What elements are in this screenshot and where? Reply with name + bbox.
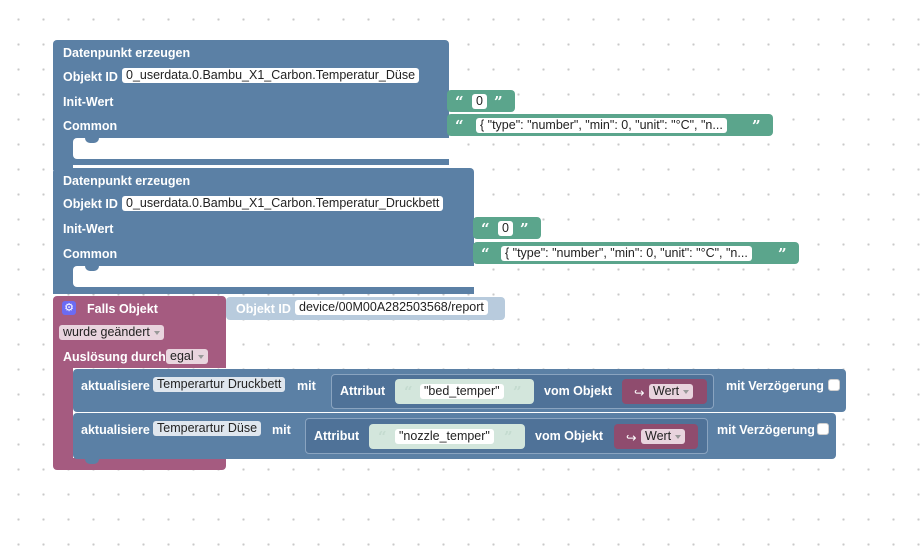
block-2-title: Datenpunkt erzeugen [63,174,191,188]
block-2-common-field[interactable]: { "type": "number", "min": 0, "unit": "°… [501,246,752,261]
quote-open-icon: “ [481,220,490,238]
quote-open-icon: “ [481,245,490,263]
quote-close-icon: ” [504,428,513,446]
update-1-value-select[interactable]: Wert [649,384,694,399]
update-2-from-label: vom Objekt [535,429,604,443]
block-2-init-field[interactable]: 0 [498,221,513,236]
update-2-delay-label: mit Verzögerung [717,423,815,437]
update-2-attr-field[interactable]: "nozzle_temper" [395,429,494,444]
changed-select[interactable]: wurde geändert [59,325,164,340]
quote-close-icon: ” [494,93,503,111]
update-1-with-label: mit [297,379,316,393]
update-2-delay-checkbox[interactable] [817,423,829,435]
block-1-init-label: Init-Wert [63,95,114,109]
update-1-delay-label: mit Verzögerung [726,379,824,393]
block-2-objekt-id-label: Objekt ID [63,197,118,211]
block-2-statement-slot [73,266,474,287]
quote-open-icon: “ [455,117,464,135]
update-2-with-label: mit [272,423,291,437]
update-2-label: aktualisiere [81,423,150,437]
block-1-title: Datenpunkt erzeugen [63,46,191,60]
quote-open-icon: “ [378,428,387,446]
block-2-common-label: Common [63,247,118,261]
update-1-attr-label: Attribut [340,384,386,398]
block-1-objekt-id-field[interactable]: 0_userdata.0.Bambu_X1_Carbon.Temperatur_… [122,68,420,83]
quote-open-icon: “ [455,93,464,111]
update-1-delay-checkbox[interactable] [828,379,840,391]
quote-close-icon: ” [513,383,522,401]
quote-open-icon: “ [404,383,413,401]
trigger-objekt-id-field[interactable]: device/00M00A282503568/report [295,300,488,315]
block-1-init-field[interactable]: 0 [472,94,487,109]
block-2-init-label: Init-Wert [63,222,114,236]
gear-icon[interactable]: ⚙ [62,301,76,315]
trigger-by-label: Auslösung durch [63,350,166,364]
trigger-objekt-id-label: Objekt ID [236,302,291,316]
update-2-target-field[interactable]: Temperartur Düse [153,421,262,436]
block-1-statement-slot [73,138,449,159]
block-1-common-label: Common [63,119,118,133]
update-1-label: aktualisiere [81,379,150,393]
block-1-objekt-id-label: Objekt ID [63,70,118,84]
trigger-title: Falls Objekt [87,302,158,316]
on-object-change-footer [53,458,226,470]
trigger-by-select[interactable]: egal [166,349,208,364]
quote-close-icon: ” [752,117,761,135]
on-object-change-arm [53,368,73,460]
update-1-from-label: vom Objekt [544,384,613,398]
block-2-objekt-id-field[interactable]: 0_userdata.0.Bambu_X1_Carbon.Temperatur_… [122,196,444,211]
arrow-icon: ↪ [634,386,645,400]
update-2-attr-label: Attribut [314,429,360,443]
update-2-value-select[interactable]: Wert [641,429,686,444]
arrow-icon: ↪ [626,431,637,445]
block-1-common-field[interactable]: { "type": "number", "min": 0, "unit": "°… [476,118,727,133]
update-1-target-field[interactable]: Temperartur Druckbett [153,377,286,392]
quote-close-icon: ” [520,220,529,238]
update-1-attr-field[interactable]: "bed_temper" [420,384,504,399]
quote-close-icon: ” [778,245,787,263]
